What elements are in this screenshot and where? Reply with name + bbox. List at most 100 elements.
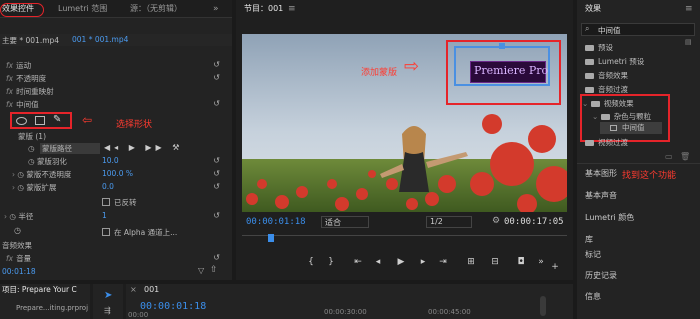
resolution-select[interactable]: 1/2: [426, 216, 472, 228]
effect-controls-timecode[interactable]: 00:01:18: [2, 267, 36, 276]
step-back-icon[interactable]: ◂: [371, 257, 385, 267]
section-libraries[interactable]: 库: [585, 234, 593, 245]
filter-icon[interactable]: ▽: [198, 266, 204, 275]
more-icon[interactable]: »: [534, 257, 548, 267]
arrow-icon: ⇨: [404, 56, 420, 77]
sequence-tab[interactable]: 001: [144, 285, 159, 294]
reset-icon[interactable]: ↺: [213, 60, 220, 69]
add-button-icon[interactable]: +: [548, 262, 562, 272]
mask-opacity-value[interactable]: 100.0 %: [102, 169, 133, 178]
mask-opacity[interactable]: › ◷ 蒙版不透明度: [12, 169, 71, 180]
track-select-icon[interactable]: ⇶: [104, 306, 111, 315]
section-markers[interactable]: 标记: [585, 249, 601, 260]
reset-icon[interactable]: ↺: [213, 182, 220, 191]
reset-icon[interactable]: ↺: [213, 73, 220, 82]
vertical-scrollbar[interactable]: [540, 296, 546, 316]
program-title[interactable]: 节目：001: [244, 0, 283, 18]
settings-icon[interactable]: ⚙: [492, 216, 500, 226]
mask-track-controls[interactable]: ◀◂ ▶ ▶▶ ⚒: [104, 143, 183, 152]
tab-lumetri-scopes[interactable]: Lumetri 范围: [58, 0, 107, 18]
section-audio-effects: 音频效果: [2, 241, 32, 250]
folder-icon: [585, 45, 594, 51]
effect-opacity[interactable]: fx 不透明度: [6, 73, 46, 84]
section-lumetri-color[interactable]: Lumetri 颜色: [585, 212, 634, 223]
sequence-timecode[interactable]: 00:00:01:18: [140, 301, 206, 312]
clip-left-label[interactable]: 主要 * 001.mp4: [2, 35, 59, 46]
project-tab[interactable]: 项目: Prepare Your C: [2, 284, 77, 296]
program-timecode-duration: 00:00:17:05: [504, 217, 564, 227]
shape-highlight-box: [10, 112, 72, 129]
panel-menu-icon[interactable]: ≡: [685, 4, 693, 14]
stopwatch-icon[interactable]: ◷: [28, 143, 35, 154]
timeline-panel: × 001 00:00:01:18 00:00 00:00:30:00 00:0…: [126, 284, 573, 319]
tree-video-transitions[interactable]: 视频过渡: [585, 137, 628, 149]
step-forward-icon[interactable]: ▸: [416, 257, 430, 267]
effects-title[interactable]: 效果: [585, 0, 601, 18]
arrow-icon: ⇦: [82, 113, 93, 127]
playhead[interactable]: [268, 234, 274, 242]
tools-panel: ➤ ⇶: [93, 284, 123, 319]
find-feature-annotation: 找到这个功能: [622, 171, 677, 181]
search-icon: ⌕: [585, 24, 590, 33]
selection-tool-icon[interactable]: ➤: [104, 290, 112, 301]
folder-icon: [585, 140, 594, 146]
radius-row[interactable]: › ◷ 半径: [4, 211, 33, 222]
tree-presets[interactable]: 预设: [585, 42, 613, 54]
reset-icon[interactable]: ↺: [213, 156, 220, 165]
program-timecode-current[interactable]: 00:00:01:18: [246, 217, 306, 227]
folder-icon: [585, 59, 594, 65]
select-shape-annotation: 选择形状: [116, 120, 153, 130]
folder-icon: [585, 87, 594, 93]
go-to-out-icon[interactable]: ⇥: [436, 257, 450, 267]
mask-expand[interactable]: › ◷ 蒙版扩展: [12, 182, 56, 193]
reset-icon[interactable]: ↺: [213, 169, 220, 178]
ruler-start: 00:00: [128, 311, 149, 319]
inverted-label: 已反转: [114, 198, 137, 207]
go-to-in-icon[interactable]: ⇤: [351, 257, 365, 267]
alpha-checkbox[interactable]: [102, 228, 110, 236]
delete-icon[interactable]: 🗑: [680, 152, 690, 161]
section-info[interactable]: 信息: [585, 291, 601, 302]
mask-expand-value[interactable]: 0.0: [102, 182, 114, 191]
clip-right-label[interactable]: 001 * 001.mp4: [72, 35, 128, 44]
tab-source[interactable]: 源：（无剪辑）: [130, 0, 182, 18]
new-folder-icon[interactable]: ▭: [665, 152, 673, 161]
reset-icon[interactable]: ↺: [213, 211, 220, 220]
radius-value[interactable]: 1: [102, 211, 107, 220]
reset-icon[interactable]: ↺: [213, 253, 220, 262]
folder-icon: [585, 73, 594, 79]
mask-path[interactable]: ◷ 蒙版路径: [28, 143, 72, 154]
mask-group[interactable]: 蒙版 (1): [18, 131, 46, 142]
tree-lumetri-presets[interactable]: Lumetri 预设: [585, 56, 644, 68]
add-mask-annotation: 添加蒙版: [361, 68, 398, 78]
toggle-icons[interactable]: ▤: [685, 38, 692, 46]
section-history[interactable]: 历史记录: [585, 270, 617, 281]
export-icon[interactable]: ⇧: [210, 265, 218, 275]
stopwatch-icon[interactable]: ◷: [14, 226, 21, 235]
effect-time-remap[interactable]: fx 时间重映射: [6, 86, 54, 97]
panel-menu-icon[interactable]: ≡: [288, 4, 296, 14]
mask-feather-value[interactable]: 10.0: [102, 156, 119, 165]
reset-icon[interactable]: ↺: [213, 99, 220, 108]
fit-select[interactable]: 适合: [321, 216, 369, 228]
tree-audio-effects[interactable]: 音频效果: [585, 70, 628, 82]
project-panel: 项目: Prepare Your C Prepare...iting.prpro…: [0, 284, 90, 319]
camera-icon[interactable]: ◘: [514, 257, 528, 267]
panel-menu-icon[interactable]: »: [213, 4, 219, 14]
section-essential-graphics[interactable]: 基本图形: [585, 168, 617, 179]
lift-icon[interactable]: ⊞: [464, 257, 478, 267]
scrub-bar[interactable]: [242, 235, 567, 245]
effect-motion[interactable]: fx 运动: [6, 60, 31, 71]
inverted-checkbox[interactable]: [102, 198, 110, 206]
section-essential-sound[interactable]: 基本声音: [585, 190, 617, 201]
mask-feather[interactable]: ◷ 蒙版羽化: [28, 156, 67, 167]
effect-middle-value[interactable]: fx 中间值: [6, 99, 39, 110]
effect-volume[interactable]: fx 音量: [6, 253, 31, 264]
extract-icon[interactable]: ⊟: [488, 257, 502, 267]
close-icon[interactable]: ×: [130, 285, 137, 294]
play-icon[interactable]: ▶: [394, 257, 408, 267]
project-file[interactable]: Prepare...iting.prproj: [16, 304, 88, 312]
mark-in-icon[interactable]: {: [304, 257, 318, 267]
mark-out-icon[interactable]: }: [324, 257, 338, 267]
effects-search[interactable]: ⌕ 中间值: [581, 23, 695, 36]
